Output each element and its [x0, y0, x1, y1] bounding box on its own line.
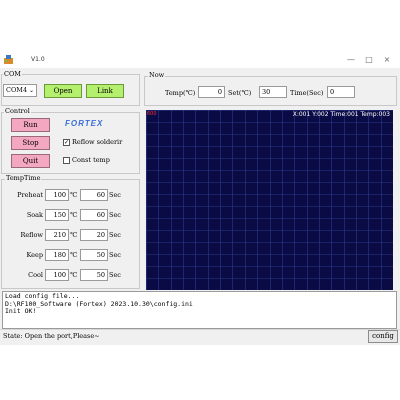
row-time-field[interactable]: 20 — [80, 229, 108, 241]
window-title: V1.0 — [31, 56, 45, 63]
status-text: State: Open the port,Please~ — [3, 332, 100, 340]
quit-button[interactable]: Quit — [11, 154, 50, 168]
time-field[interactable]: 0 — [327, 86, 355, 98]
row-time-unit: Sec — [109, 271, 121, 279]
chevron-down-icon: ⌄ — [28, 87, 34, 94]
time-label: Time(Sec) — [290, 89, 324, 97]
temperature-plot[interactable]: 600 X:001 Y:002 Time:001 Temp:003 — [146, 110, 393, 290]
open-button[interactable]: Open — [44, 84, 82, 98]
maximize-button[interactable]: □ — [363, 54, 375, 65]
row-temp-field[interactable]: 100 — [45, 269, 69, 281]
now-group-title: Now — [148, 71, 166, 79]
minimize-button[interactable]: — — [345, 54, 357, 65]
log-output[interactable]: Load config file... D:\RF100_Software (F… — [2, 291, 397, 329]
row-temp-unit: ℃ — [70, 271, 78, 279]
control-group-title: Control — [4, 107, 31, 115]
row-time-unit: Sec — [109, 191, 121, 199]
set-field[interactable]: 30 — [259, 86, 287, 98]
com-port-select[interactable]: COM4 ⌄ — [3, 84, 37, 97]
row-time-field[interactable]: 60 — [80, 189, 108, 201]
link-button[interactable]: Link — [86, 84, 124, 98]
plot-readout: X:001 Y:002 Time:001 Temp:003 — [292, 111, 390, 118]
row-time-unit: Sec — [109, 251, 121, 259]
set-label: Set(℃) — [228, 89, 252, 97]
row-time-field[interactable]: 50 — [80, 269, 108, 281]
log-line: D:\RF100_Software (Fortex) 2023.10.30\co… — [5, 299, 193, 308]
title-bar — [0, 52, 400, 68]
config-button[interactable]: config — [368, 330, 398, 343]
const-temp-checkbox[interactable] — [63, 157, 70, 164]
row-time-field[interactable]: 60 — [80, 209, 108, 221]
row-name: Preheat — [17, 191, 43, 199]
close-button[interactable]: × — [381, 54, 393, 65]
temp-label: Temp(℃) — [165, 89, 196, 97]
row-temp-unit: ℃ — [70, 231, 78, 239]
const-temp-label: Const temp — [72, 156, 110, 164]
temptime-group-title: TempTime — [5, 174, 42, 182]
plot-grid — [146, 110, 393, 290]
row-time-field[interactable]: 50 — [80, 249, 108, 261]
row-time-unit: Sec — [109, 231, 121, 239]
row-temp-unit: ℃ — [70, 211, 78, 219]
com-port-value: COM4 — [6, 86, 28, 94]
row-time-unit: Sec — [109, 211, 121, 219]
row-temp-field[interactable]: 100 — [45, 189, 69, 201]
row-temp-field[interactable]: 150 — [45, 209, 69, 221]
row-name: Soak — [26, 211, 43, 219]
row-temp-field[interactable]: 180 — [45, 249, 69, 261]
temp-field[interactable]: 0 — [198, 86, 225, 98]
reflow-checkbox[interactable]: ✓ — [63, 139, 70, 146]
plot-corner-label: 600 — [147, 111, 157, 117]
row-temp-field[interactable]: 210 — [45, 229, 69, 241]
app-icon — [4, 55, 13, 64]
row-temp-unit: ℃ — [70, 191, 78, 199]
com-group-title: COM — [3, 70, 22, 78]
stop-button[interactable]: Stop — [11, 136, 50, 150]
log-line: Init OK! — [5, 307, 37, 316]
row-name: Cool — [28, 271, 43, 279]
row-temp-unit: ℃ — [70, 251, 78, 259]
row-name: Keep — [26, 251, 43, 259]
run-button[interactable]: Run — [11, 118, 50, 132]
reflow-label: Reflow solderir — [72, 138, 123, 146]
row-name: Reflow — [20, 231, 43, 239]
fortex-logo: FORTEX — [65, 119, 104, 128]
